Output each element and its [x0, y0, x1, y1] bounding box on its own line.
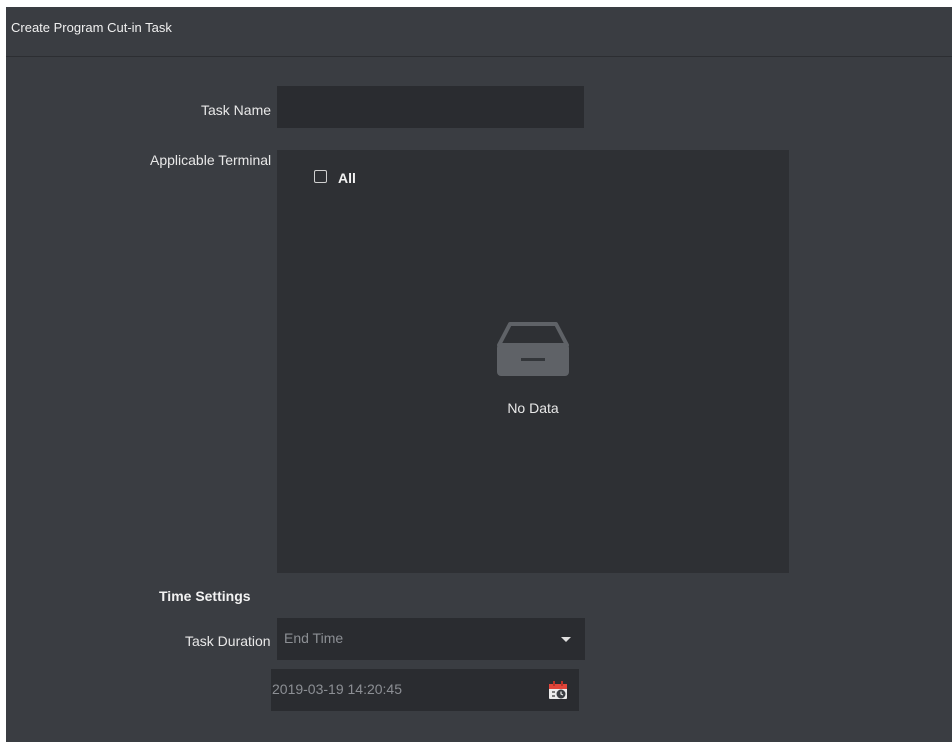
time-settings-title: Time Settings [159, 588, 251, 604]
dialog-header: Create Program Cut-in Task [6, 7, 952, 57]
chevron-down-icon[interactable] [561, 637, 571, 642]
end-time-value: 2019-03-19 14:20:45 [272, 681, 402, 697]
create-task-dialog: Create Program Cut-in Task Task Name App… [6, 7, 952, 742]
end-time-field[interactable]: 2019-03-19 14:20:45 [271, 669, 579, 711]
empty-tray-icon [497, 322, 569, 376]
task-name-input[interactable] [277, 86, 584, 128]
select-all-checkbox[interactable] [314, 170, 327, 183]
task-duration-selected: End Time [284, 630, 344, 646]
task-name-label: Task Name [201, 102, 272, 118]
calendar-icon[interactable] [548, 681, 568, 700]
select-all-label[interactable]: All [338, 170, 356, 186]
terminal-list: All No Data [277, 150, 789, 573]
applicable-terminal-label: Applicable Terminal [150, 152, 272, 168]
dialog-title: Create Program Cut-in Task [11, 20, 172, 35]
task-duration-select[interactable]: End Time [277, 618, 585, 660]
task-duration-label: Task Duration [185, 633, 271, 649]
empty-message: No Data [507, 400, 559, 416]
